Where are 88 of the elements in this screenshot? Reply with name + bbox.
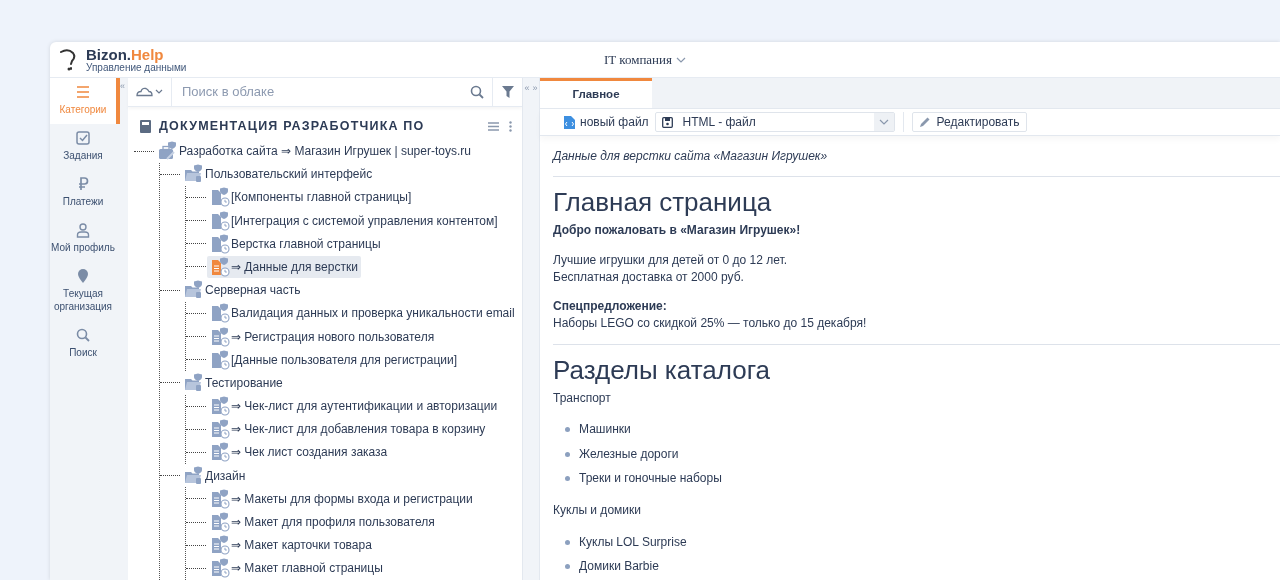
brand-name: Bizon.Help <box>86 46 165 62</box>
tree-item[interactable]: ⇒ Чек лист создания заказа <box>207 441 391 464</box>
document-icon <box>210 512 230 533</box>
tree-item[interactable]: Дизайн <box>181 464 249 487</box>
list-item: Треки и гоночные наборы <box>579 470 722 488</box>
list-item: Машинки <box>579 421 631 439</box>
document-icon <box>210 303 230 324</box>
document-icon <box>210 256 230 277</box>
tab[interactable]: Главное <box>540 78 652 109</box>
panel-title: ДОКУМЕНТАЦИЯ РАЗРАБОТЧИКА ПО <box>159 117 425 135</box>
section-heading: Главная страница <box>553 186 773 217</box>
tree-item[interactable]: ⇒ Данные для верстки <box>207 255 361 278</box>
document-caption: Данные для верстки сайта «Магазин Игрушек» <box>553 147 829 165</box>
document-icon <box>210 210 230 231</box>
sidebar-item[interactable]: Поиск <box>50 321 120 367</box>
document-icon <box>210 419 230 440</box>
book-icon <box>140 119 151 133</box>
document-icon <box>210 535 230 556</box>
edit-button[interactable]: Редактировать <box>911 112 1027 132</box>
document-icon <box>210 233 230 254</box>
sidebar-item[interactable]: Текущая организация <box>50 262 120 321</box>
tree-item[interactable]: Верстка главной страницы <box>207 232 384 255</box>
document-icon <box>210 396 230 417</box>
briefcase-icon <box>158 141 178 162</box>
tree-item[interactable]: ⇒ Макеты для формы входа и регистрации <box>207 487 476 510</box>
bullet-icon <box>565 451 570 457</box>
sidebar-item[interactable]: Мой профиль <box>50 216 120 262</box>
tree-item[interactable]: ⇒ Регистрация нового пользователя <box>207 325 438 348</box>
bullet-icon <box>565 564 570 570</box>
category-label: Транспорт <box>553 389 612 407</box>
search-icon[interactable] <box>462 78 492 106</box>
search-icon <box>75 327 91 343</box>
tree-item[interactable]: Валидация данных и проверка уникальности email <box>207 302 518 325</box>
checkbox-icon <box>75 130 91 146</box>
welcome-text: Добро пожаловать в «Магазин Игрушек»! <box>553 221 802 239</box>
list-icon[interactable] <box>488 121 499 131</box>
folder-icon <box>184 280 204 301</box>
tree-item[interactable]: Пользовательский интерфейс <box>181 163 376 186</box>
format-select[interactable]: HTML - файл <box>654 112 895 132</box>
filter-icon[interactable] <box>492 78 522 106</box>
tree-item[interactable]: ⇒ Чек-лист для добавления товара в корзину <box>207 418 489 441</box>
caret-icon <box>878 119 889 125</box>
caret-icon <box>676 56 686 63</box>
more-icon[interactable] <box>509 120 512 132</box>
document-icon <box>210 488 230 509</box>
cloud-icon <box>136 86 153 97</box>
tree-item[interactable]: Разработка сайта ⇒ Магазин Игрушек | super-toys.ru <box>155 140 474 163</box>
list-item: Куклы LOL Surprise <box>579 533 687 551</box>
bullet-icon <box>565 427 570 433</box>
tree-item[interactable]: [Интеграция с системой управления контентом] <box>207 209 501 232</box>
bullet-icon <box>565 539 570 545</box>
save-icon <box>661 116 673 128</box>
text-line: Лучшие игрушки для детей от 0 до 12 лет. <box>553 251 789 269</box>
document-icon <box>210 442 230 463</box>
text-line: Спецпредложение: <box>553 297 668 315</box>
location-pin-icon <box>75 268 91 284</box>
document-icon <box>210 349 230 370</box>
tree-item[interactable]: Серверная часть <box>181 279 304 302</box>
code-file-icon <box>564 115 575 129</box>
folder-icon <box>184 465 204 486</box>
tree-item[interactable]: ⇒ Макет главной страницы <box>207 557 386 580</box>
person-icon <box>75 222 91 238</box>
search-field[interactable]: Поиск в облаке <box>172 78 462 106</box>
category-label: Куклы и домики <box>553 502 642 520</box>
tree-item[interactable]: ⇒ Макет для профиля пользователя <box>207 511 438 534</box>
folder-icon <box>184 372 204 393</box>
list-item: Железные дороги <box>579 445 679 463</box>
bullet-icon <box>565 476 570 482</box>
folder-icon <box>184 164 204 185</box>
tree-item[interactable]: ⇒ Макет карточки товара <box>207 534 375 557</box>
tree-item[interactable]: ⇒ Чек-лист для аутентификации и авторизации <box>207 395 501 418</box>
menu-icon <box>75 84 91 100</box>
sidebar-item[interactable]: Задания <box>50 124 120 170</box>
document-icon <box>210 326 230 347</box>
tree-item[interactable]: [Компоненты главной страницы] <box>207 186 415 209</box>
sidebar-item[interactable]: Платежи <box>50 170 120 216</box>
tree-item[interactable]: [Данные пользователя для регистрации] <box>207 348 461 371</box>
list-item: Домики Barbie <box>579 558 659 576</box>
document-icon <box>210 187 230 208</box>
text-line: Бесплатная доставка от 2000 руб. <box>553 268 745 286</box>
text-line: Наборы LEGO со скидкой 25% — только до 15 декабря! <box>553 314 868 332</box>
new-file-button[interactable]: новый файл <box>564 113 649 131</box>
cloud-dropdown[interactable] <box>128 78 172 106</box>
section-heading: Разделы каталога <box>553 354 772 385</box>
caret-icon <box>155 89 163 95</box>
pencil-icon <box>918 116 931 128</box>
organization-dropdown[interactable]: IT компания <box>603 49 686 70</box>
tree-item[interactable]: Тестирование <box>181 371 286 394</box>
